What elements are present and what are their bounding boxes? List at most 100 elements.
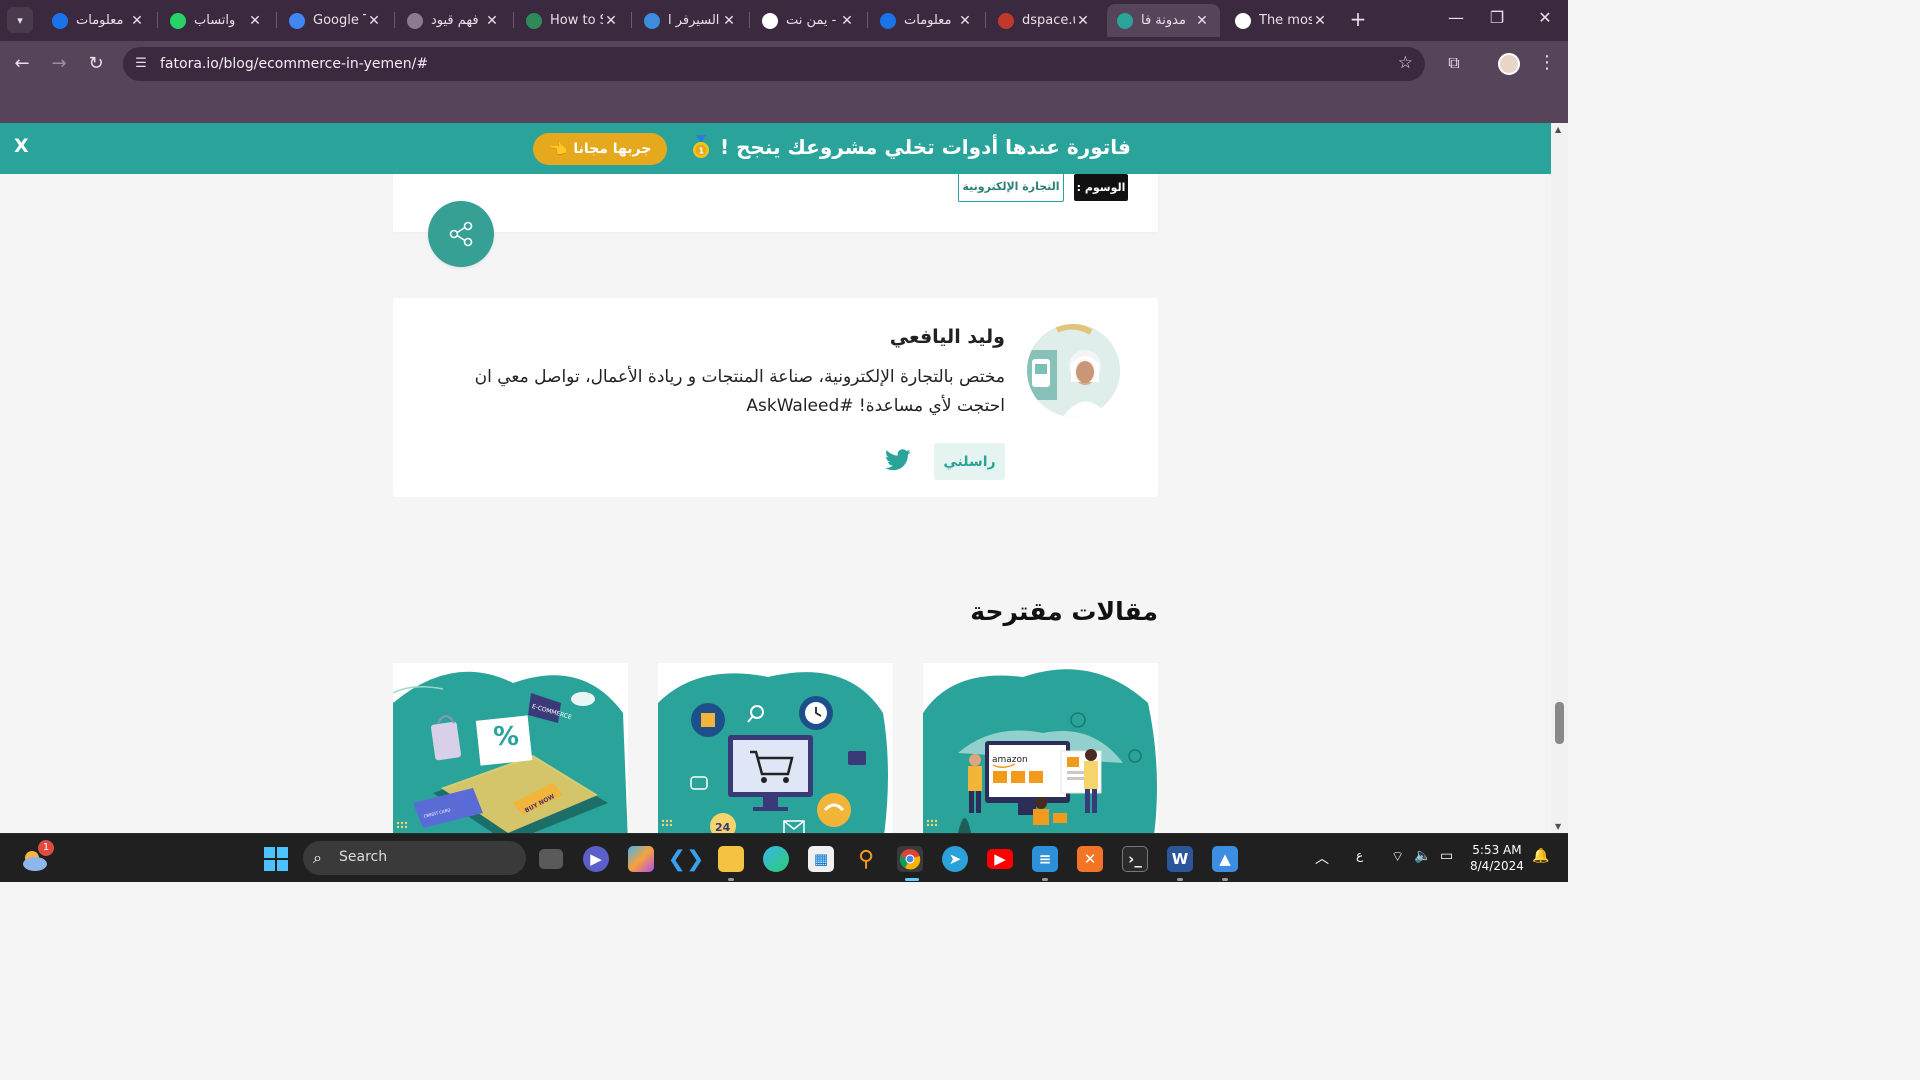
search-icon: ⌕ [313, 848, 322, 867]
tab-separator [276, 12, 277, 28]
chrome-icon[interactable] [897, 846, 923, 872]
suggested-articles-title: مقالات مقترحة [970, 597, 1158, 626]
page-scrollbar[interactable]: ▲ ▼ [1551, 123, 1568, 833]
browser-tab[interactable]: معلومات ✕ [870, 4, 983, 37]
tab-close-icon[interactable]: ✕ [1194, 13, 1210, 29]
tab-title: مدونة فا [1141, 13, 1186, 28]
browser-tab[interactable]: The mos ✕ [1225, 4, 1338, 37]
tab-close-icon[interactable]: ✕ [839, 13, 855, 29]
tab-close-icon[interactable]: ✕ [603, 13, 619, 29]
address-bar[interactable]: ☰ fatora.io/blog/ecommerce-in-yemen/# ☆ [123, 47, 1425, 81]
bookmark-star-icon[interactable]: ☆ [1398, 53, 1413, 73]
suggested-article-card[interactable]: amazon [923, 663, 1158, 833]
tab-title: معلومات [76, 13, 124, 28]
browser-tab[interactable]: واتساب ✕ [160, 4, 273, 37]
contact-author-button[interactable]: راسلني [934, 443, 1005, 480]
profile-avatar[interactable] [1498, 53, 1520, 75]
tags-label: الوسوم : [1074, 174, 1128, 201]
system-clock[interactable]: 5:53 AM 8/4/2024 [1470, 842, 1524, 874]
browser-tab[interactable]: dspace.u ✕ [988, 4, 1101, 37]
youtube-icon[interactable]: ▶ [987, 849, 1013, 869]
battery-icon[interactable]: ▭ [1440, 848, 1453, 864]
store-icon[interactable]: ▦ [808, 846, 834, 872]
tab-close-icon[interactable]: ✕ [129, 13, 145, 29]
try-free-button[interactable]: جربها مجانا 👈 [533, 133, 667, 165]
xampp-icon[interactable]: ✕ [1077, 846, 1103, 872]
forward-arrow-icon[interactable]: → [47, 52, 71, 76]
twenty-four-label: 24 [715, 821, 731, 833]
notepad-icon[interactable]: ≡ [1032, 846, 1058, 872]
tab-close-icon[interactable]: ✕ [247, 13, 263, 29]
browser-tab[interactable]: How to S ✕ [516, 4, 629, 37]
tab-title: Google T [313, 13, 366, 28]
tab-title: فهم قيود [431, 13, 479, 28]
edge-icon[interactable] [763, 846, 789, 872]
restore-icon[interactable]: ❐ [1482, 8, 1512, 27]
tab-favicon-icon [526, 12, 542, 29]
vscode-icon[interactable]: ❮❯ [668, 846, 705, 872]
twitter-icon[interactable] [885, 449, 911, 471]
promo-close-button[interactable]: X [14, 135, 29, 157]
windows-taskbar: 1 ⌕ Search ▶ ❮❯ ▦ ⚲ ➤ ▶ ≡ ✕ ›_ W ▲ ︿ ع ⌔… [0, 833, 1568, 882]
tab-close-icon[interactable]: ✕ [721, 13, 737, 29]
active-indicator [905, 878, 919, 881]
tab-favicon-icon [880, 12, 896, 29]
suggested-article-card[interactable]: % E-COMMERCE BUY NOW CREDIT CARD [393, 663, 628, 833]
teams-icon[interactable]: ▶ [583, 846, 609, 872]
word-icon[interactable]: W [1167, 846, 1193, 872]
wifi-icon[interactable]: ⌔ [1391, 848, 1404, 866]
tab-title: How to S [550, 13, 603, 28]
browser-tab[interactable]: يمن نت - ✕ [752, 4, 865, 37]
weather-badge: 1 [38, 840, 54, 856]
tab-close-icon[interactable]: ✕ [1075, 13, 1091, 29]
telegram-icon[interactable]: ➤ [942, 846, 968, 872]
volume-icon[interactable]: 🔈 [1414, 848, 1431, 864]
file-explorer-icon[interactable] [718, 846, 744, 872]
amazon-marketplace-illustration: amazon [923, 669, 1157, 833]
scroll-up-arrow-icon[interactable]: ▲ [1555, 125, 1561, 134]
reload-icon[interactable]: ↻ [84, 52, 108, 76]
search-tool-icon[interactable]: ⚲ [853, 846, 879, 872]
tag-ecommerce[interactable]: التجارة الإلكترونية [958, 171, 1064, 202]
tab-close-icon[interactable]: ✕ [957, 13, 973, 29]
photos-icon[interactable]: ▲ [1212, 846, 1238, 872]
browser-tab[interactable]: السيرفر ا ✕ [634, 4, 747, 37]
browser-tab[interactable]: معلومات ✕ [42, 4, 155, 37]
scrollbar-thumb[interactable] [1555, 702, 1564, 744]
windows-start-icon[interactable] [264, 847, 288, 871]
input-language[interactable]: ع [1356, 848, 1363, 862]
amazon-label: amazon [992, 755, 1028, 765]
online-cart-illustration: 24 [658, 672, 888, 833]
minimize-icon[interactable]: — [1441, 8, 1471, 27]
browser-tab[interactable]: Google T ✕ [279, 4, 392, 37]
back-arrow-icon[interactable]: ← [10, 52, 34, 76]
tab-close-icon[interactable]: ✕ [366, 13, 382, 29]
share-button[interactable] [428, 201, 494, 267]
browser-tab[interactable]: مدونة فا ✕ [1107, 4, 1220, 37]
new-tab-button[interactable]: + [1346, 8, 1370, 32]
browser-menu-icon[interactable]: ⋮ [1538, 52, 1556, 73]
taskbar-search[interactable]: ⌕ Search [303, 841, 526, 875]
site-info-icon[interactable]: ☰ [133, 56, 149, 72]
browser-tab[interactable]: فهم قيود ✕ [397, 4, 510, 37]
weather-widget[interactable]: 1 [20, 840, 54, 872]
copilot-icon[interactable] [628, 846, 654, 872]
terminal-icon[interactable]: ›_ [1122, 846, 1148, 872]
tab-close-icon[interactable]: ✕ [484, 13, 500, 29]
page-viewport: الوسوم : التجارة الإلكترونية وليد اليافع… [0, 123, 1551, 833]
suggested-article-card[interactable]: 24 [658, 663, 893, 833]
tab-search-button[interactable]: ▾ [7, 7, 33, 33]
svg-text:%: % [493, 722, 519, 752]
url-text[interactable]: fatora.io/blog/ecommerce-in-yemen/# [160, 56, 428, 72]
tray-overflow-icon[interactable]: ︿ [1315, 848, 1329, 868]
browser-tab-strip: ▾ معلومات ✕ واتساب ✕ Google T ✕ فهم قيود ✕ How t… [0, 0, 1568, 41]
tab-close-icon[interactable]: ✕ [1312, 13, 1328, 29]
window-close-icon[interactable]: ✕ [1530, 8, 1560, 27]
tab-title: واتساب [194, 13, 236, 28]
scroll-down-arrow-icon[interactable]: ▼ [1555, 822, 1561, 831]
share-icon [449, 221, 473, 247]
notifications-bell-icon[interactable]: 🔔 [1532, 848, 1549, 864]
task-view-icon[interactable] [539, 849, 563, 869]
svg-text:1: 1 [699, 147, 705, 156]
extensions-icon[interactable]: ⧉ [1444, 53, 1464, 73]
